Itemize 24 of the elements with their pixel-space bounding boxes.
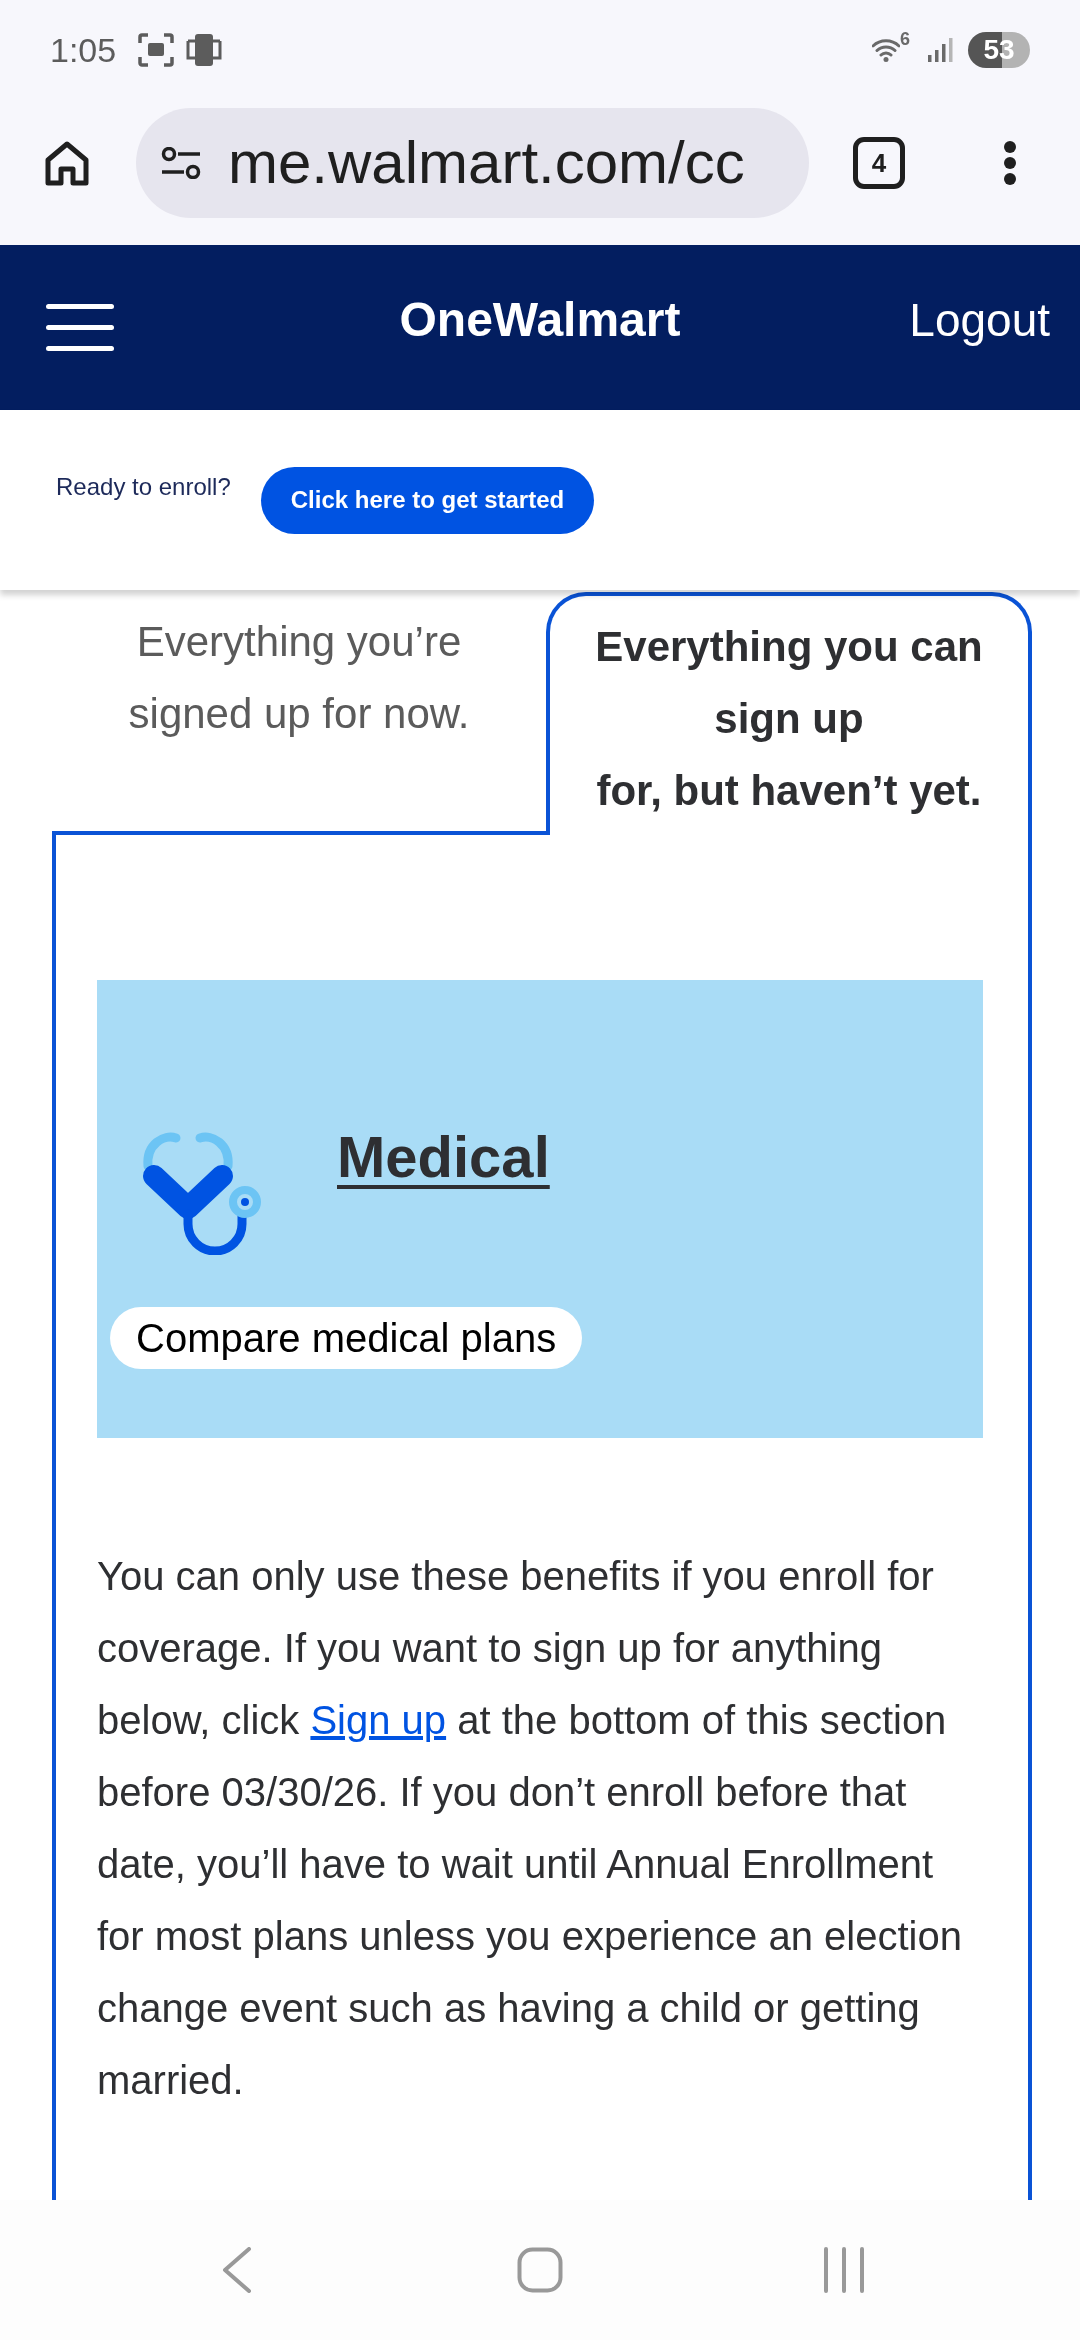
screenshot-icon xyxy=(138,33,175,67)
enroll-prompt: Ready to enroll? xyxy=(56,475,231,499)
phone-icon xyxy=(186,33,223,67)
url-text: me.walmart.com/cc xyxy=(228,132,745,193)
signal-icon xyxy=(928,38,954,62)
sign-up-link[interactable]: Sign up xyxy=(310,1698,447,1742)
notice-text: You can only use these benefits if you enroll for coverage. If you want to sign up for anything below, click Sign up at the bottom of this section before 03/30/26. If you don’t enroll before that date, you’ll have to wait until Annual Enrollment for most plans unless you experience an election change event such as having a child or getting married. xyxy=(97,1553,963,2104)
back-icon[interactable] xyxy=(222,2247,252,2293)
tab[interactable]: Everything you can sign up for, but haven’t yet. xyxy=(546,592,1032,835)
site-title: OneWalmart xyxy=(399,295,681,344)
wifi-standard-label: 6 xyxy=(900,30,910,48)
get-started-button[interactable]: Click here to get started xyxy=(260,466,595,534)
recent-apps-icon[interactable] xyxy=(823,2247,865,2293)
benefit-title-link[interactable]: Medical xyxy=(337,1122,550,1192)
compare-plans-button[interactable]: Compare medical plans xyxy=(110,1307,583,1369)
home-icon[interactable] xyxy=(44,139,90,186)
home-button-icon[interactable] xyxy=(517,2247,563,2293)
site-settings-icon[interactable] xyxy=(160,146,202,179)
more-options-icon[interactable] xyxy=(1003,139,1017,186)
menu-icon[interactable] xyxy=(46,303,114,352)
wifi-icon xyxy=(872,38,900,62)
tab-switcher-button[interactable]: 4 xyxy=(853,136,905,189)
address-bar[interactable]: me.walmart.com/cc xyxy=(136,107,809,218)
status-time: 1:05 xyxy=(50,33,117,67)
